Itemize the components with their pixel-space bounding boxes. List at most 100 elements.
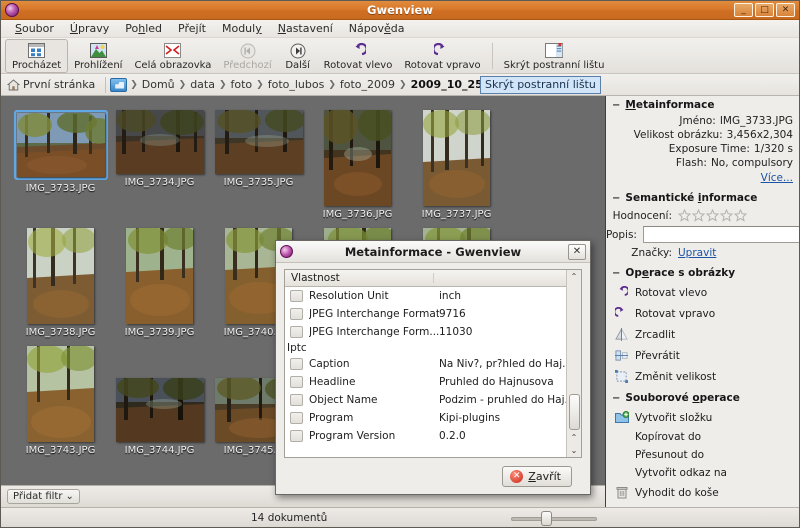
thumbnail-item[interactable]: IMG_3734.JPG [110,106,209,220]
browse-icon [28,42,46,60]
dialog-vertical-scrollbar[interactable]: ⌃ ⌃ ⌄ [566,270,581,457]
sidebar-action-presunout-do[interactable]: Přesunout do [606,446,799,464]
menu-upravy[interactable]: Úpravy [62,21,117,36]
property-key: Object Name [309,394,378,406]
sidebar-action-zrcadlit[interactable]: Zrcadlit [606,324,799,345]
table-header-vlastnost[interactable]: Vlastnost [285,270,566,287]
row-checkbox[interactable] [290,290,303,302]
sidebar-group-semanticke-informace[interactable]: − Semantické informace [606,189,799,207]
thumbnail-item[interactable]: IMG_3737.JPG [407,106,506,220]
sidebar-action-rotovat-vlevo[interactable]: Rotovat vlevo [606,282,799,303]
menu-soubor[interactable]: SSouboroubor [7,21,62,36]
row-checkbox[interactable] [290,358,303,370]
dialog-zavrit-button[interactable]: ✕ Zavřít [502,465,572,487]
maximize-button[interactable]: □ [755,3,774,17]
sidebar-group-operace-s-obrazky[interactable]: − Operace s obrázky [606,264,799,282]
thumbnail-label: IMG_3733.JPG [25,183,96,194]
thumbnail-item[interactable]: IMG_3736.JPG [308,106,407,220]
sidebar-action-prevratit[interactable]: Převrátit [606,345,799,366]
row-checkbox[interactable] [290,412,303,424]
slider-handle[interactable] [541,510,552,526]
toolbar-button-prochazet[interactable]: Procházet [5,38,69,73]
menu-prejit[interactable]: Přejít [170,21,214,36]
breadcrumb-item-foto-lubos[interactable]: foto_lubos [265,78,328,91]
new-folder-icon [614,410,629,425]
collapse-icon[interactable]: − [612,100,620,111]
property-table-body[interactable]: Resolution Unit inch JPEG Interchange Fo… [285,287,566,457]
toolbar-button-prohlizeni[interactable]: Prohlížení [68,39,128,73]
scroll-up-button-2[interactable]: ⌃ [568,431,581,444]
row-checkbox[interactable] [290,376,303,388]
menu-nastaveni[interactable]: Nastavení [270,21,341,36]
thumbnail-image [115,110,204,174]
property-key: JPEG Interchange Format [309,308,439,320]
table-row[interactable]: JPEG Interchange Form... 11030 [285,323,566,341]
collapse-icon[interactable]: − [612,268,620,279]
tags-edit-link[interactable]: Upravit [678,247,716,259]
sidebar-action-vytvorit-odkaz-na[interactable]: Vytvořit odkaz na [606,464,799,482]
sidebar-group-souborove-operace[interactable]: − Souborové operace [606,389,799,407]
window-titlebar[interactable]: Gwenview _ □ ✕ [1,1,799,20]
rating-stars[interactable] [678,209,747,222]
property-value: 11030 [439,326,473,338]
add-filter-button[interactable]: Přidat filtr ⌄ [7,489,80,504]
menu-pohled[interactable]: Pohled [117,21,170,36]
dialog-close-button[interactable]: ✕ [568,243,586,260]
scroll-up-button[interactable]: ⌃ [568,270,581,283]
sidebar-group-label: Souborové operace [625,392,740,404]
breadcrumb-item-data[interactable]: data [187,78,218,91]
row-checkbox[interactable] [290,430,303,442]
thumbnail-item[interactable]: IMG_3739.JPG [110,224,209,338]
star-icon [706,209,719,222]
menu-napoveda[interactable]: Nápověda [341,21,413,36]
scrollbar-track[interactable] [567,283,581,393]
collapse-icon[interactable]: − [612,393,620,404]
breadcrumb-item-foto[interactable]: foto [228,78,256,91]
breadcrumb-item-domu[interactable]: Domů [139,78,178,91]
table-row[interactable]: Caption Na Niv?, pr?hled do Haj... [285,355,566,373]
table-row[interactable]: Program Kipi-plugins [285,409,566,427]
home-icon [7,78,20,91]
row-checkbox[interactable] [290,308,303,320]
table-row[interactable]: JPEG Interchange Format 9716 [285,305,566,323]
sidebar-action-label: Vyhodit do koše [635,486,719,499]
sidebar-group-metainformace[interactable]: − Metainformace [606,96,799,114]
thumbnail-item[interactable]: IMG_3743.JPG [11,342,110,456]
scroll-down-button[interactable]: ⌄ [568,444,581,457]
table-row[interactable]: Headline Pruhled do Hajnusova [285,373,566,391]
breadcrumb-item-foto-2009[interactable]: foto_2009 [337,78,398,91]
description-input[interactable] [642,226,799,243]
toolbar-button-rotovat-vpravo[interactable]: Rotovat vpravo [398,39,486,73]
row-checkbox[interactable] [290,326,303,338]
sidebar-action-vytvorit-slozku[interactable]: Vytvořit složku [606,407,799,428]
toolbar-button-skryt-postranni-listu[interactable]: Skrýt postranní lištu [498,39,611,73]
minimize-button[interactable]: _ [734,3,753,17]
more-link[interactable]: Více... [761,172,793,184]
thumbnail-item[interactable]: IMG_3735.JPG [209,106,308,220]
toolbar-button-rotovat-vlevo[interactable]: Rotovat vlevo [318,39,399,73]
sidebar-action-kopirovat-do[interactable]: Kopírovat do [606,428,799,446]
thumbnail-item[interactable]: IMG_3733.JPG [11,106,110,220]
breadcrumb-home-button[interactable]: První stránka [5,78,101,91]
sidebar-action-rotovat-vpravo[interactable]: Rotovat vpravo [606,303,799,324]
sidebar-group-label: Semantické informace [625,192,758,204]
close-button[interactable]: ✕ [776,3,795,17]
dialog-titlebar[interactable]: Metainformace - Gwenview ✕ [276,241,590,263]
sidebar-action-zmenit-velikost[interactable]: Změnit velikost [606,366,799,387]
toolbar-button-cela-obrazovka[interactable]: Celá obrazovka [128,39,217,73]
thumbnail-label: IMG_3743.JPG [25,445,96,456]
thumbnail-item[interactable]: IMG_3744.JPG [110,342,209,456]
collapse-icon[interactable]: − [612,193,620,204]
table-row[interactable]: Resolution Unit inch [285,287,566,305]
sidebar-action-vyhodit-do-kose[interactable]: Vyhodit do koše [606,482,799,503]
table-row[interactable]: Object Name Podzim - pruhled do Haj... [285,391,566,409]
thumbnail-item[interactable]: IMG_3738.JPG [11,224,110,338]
metainfo-key: Flash: [675,157,707,169]
menu-moduly[interactable]: Moduly [214,21,270,36]
row-checkbox[interactable] [290,394,303,406]
toolbar-button-dalsi[interactable]: Další [278,39,318,73]
folder-icon[interactable] [110,77,128,92]
table-row[interactable]: Program Version 0.2.0 [285,427,566,445]
scrollbar-thumb[interactable] [568,394,580,430]
thumbnail-zoom-slider[interactable] [511,510,597,526]
